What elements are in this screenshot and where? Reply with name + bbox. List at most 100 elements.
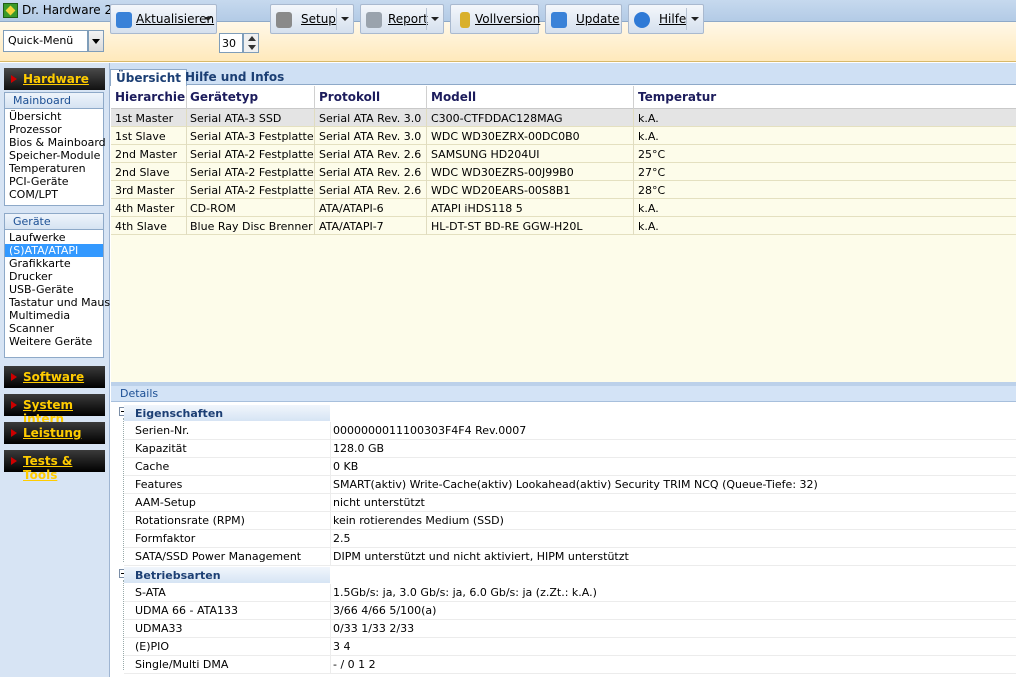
update-button[interactable]: Update xyxy=(545,4,622,34)
quick-menu-dropdown-icon[interactable] xyxy=(88,30,104,52)
table-row[interactable]: 4th Slave Blue Ray Disc Brenner ATA/ATAPI-… xyxy=(111,217,1016,235)
details-row[interactable]: Cache 0 KB xyxy=(124,458,1016,476)
report-button[interactable]: Report xyxy=(360,4,444,34)
details-row[interactable]: AAM-Setup nicht unterstützt xyxy=(124,494,1016,512)
column-hierarchie[interactable]: Hierarchie xyxy=(115,90,185,104)
table-cell: k.A. xyxy=(638,220,659,233)
table-cell: Serial ATA-3 Festplatte xyxy=(190,130,314,143)
sidebar-item-grafikkarte[interactable]: Grafikkarte xyxy=(5,257,103,270)
details-row[interactable]: SATA/SSD Power Management DIPM unterstütz… xyxy=(124,548,1016,566)
details-row[interactable]: UDMA33 0/33 1/33 2/33 xyxy=(124,620,1016,638)
table-cell: k.A. xyxy=(638,202,659,215)
refresh-interval-stepper[interactable] xyxy=(243,33,259,53)
details-key: Rotationsrate (RPM) xyxy=(135,514,245,527)
table-cell: ATAPI iHDS118 5 xyxy=(431,202,523,215)
table-row[interactable]: 2nd Master Serial ATA-2 Festplatte Serial … xyxy=(111,145,1016,163)
category-software[interactable]: Software xyxy=(4,366,105,388)
details-value: DIPM unterstützt und nicht aktiviert, HI… xyxy=(333,550,629,563)
sidebar-item-prozessor[interactable]: Prozessor xyxy=(5,123,103,136)
chevron-down-icon[interactable] xyxy=(341,17,349,21)
sidebar-item-pci-geraete[interactable]: PCI-Geräte xyxy=(5,175,103,188)
refresh-interval-input[interactable]: 30 xyxy=(219,33,243,53)
arrow-right-icon xyxy=(11,75,17,83)
sidebar-item-com-lpt[interactable]: COM/LPT xyxy=(5,188,103,201)
sidebar-item-scanner[interactable]: Scanner xyxy=(5,322,103,335)
details-row[interactable]: S-ATA 1.5Gb/s: ja, 3.0 Gb/s: ja, 6.0 Gb/s… xyxy=(124,584,1016,602)
details-key: Single/Multi DMA xyxy=(135,658,229,671)
help-button[interactable]: Hilfe xyxy=(628,4,704,34)
table-row[interactable]: 1st Master Serial ATA-3 SSD Serial ATA Rev… xyxy=(111,109,1016,127)
column-geraetetyp[interactable]: Gerätetyp xyxy=(190,90,258,104)
table-cell: Serial ATA Rev. 2.6 xyxy=(319,148,422,161)
details-section-header[interactable]: Eigenschaften xyxy=(124,404,330,421)
sidebar-item-sata-atapi[interactable]: (S)ATA/ATAPI xyxy=(5,244,103,257)
sidebar: Hardware Mainboard Übersicht Prozessor B… xyxy=(0,63,110,677)
table-row[interactable]: 4th Master CD-ROM ATA/ATAPI-6 ATAPI iHDS118… xyxy=(111,199,1016,217)
details-row[interactable]: Single/Multi DMA - / 0 1 2 xyxy=(124,656,1016,674)
sidebar-item-temperaturen[interactable]: Temperaturen xyxy=(5,162,103,175)
category-hardware[interactable]: Hardware xyxy=(4,68,105,90)
details-section-header[interactable]: Betriebsarten xyxy=(124,566,330,583)
details-key: (E)PIO xyxy=(135,640,170,653)
details-row[interactable]: Features SMART(aktiv) Write-Cache(aktiv) … xyxy=(124,476,1016,494)
table-cell: 4th Master xyxy=(115,202,175,215)
sidebar-item-multimedia[interactable]: Multimedia xyxy=(5,309,103,322)
sidebar-item-usb-geraete[interactable]: USB-Geräte xyxy=(5,283,103,296)
key-icon xyxy=(460,12,470,28)
details-row[interactable]: UDMA 66 - ATA133 3/66 4/66 5/100(a) xyxy=(124,602,1016,620)
device-table: Hierarchie Gerätetyp Protokoll Modell Te… xyxy=(111,86,1016,382)
fullversion-button[interactable]: Vollversion xyxy=(450,4,540,34)
table-cell: Serial ATA Rev. 3.0 xyxy=(319,112,422,125)
column-temperatur[interactable]: Temperatur xyxy=(638,90,716,104)
details-value: 1.5Gb/s: ja, 3.0 Gb/s: ja, 6.0 Gb/s: ja … xyxy=(333,586,597,599)
details-row[interactable]: Formfaktor 2.5 xyxy=(124,530,1016,548)
chevron-down-icon[interactable] xyxy=(204,17,212,21)
table-cell: 3rd Master xyxy=(115,184,175,197)
details-row[interactable]: (E)PIO 3 4 xyxy=(124,638,1016,656)
chevron-down-icon[interactable] xyxy=(691,17,699,21)
app-icon xyxy=(3,3,18,18)
sidebar-item-weitere-geraete[interactable]: Weitere Geräte xyxy=(5,335,103,348)
category-system-intern[interactable]: System intern xyxy=(4,394,105,426)
printer-icon xyxy=(366,12,382,28)
column-protokoll[interactable]: Protokoll xyxy=(319,90,380,104)
table-row[interactable]: 3rd Master Serial ATA-2 Festplatte Serial … xyxy=(111,181,1016,199)
setup-button[interactable]: Setup xyxy=(270,4,354,34)
table-cell: Serial ATA Rev. 3.0 xyxy=(319,130,422,143)
tab-hilfe-infos[interactable]: Hilfe und Infos xyxy=(180,69,289,86)
quick-menu-select[interactable]: Quick-Menü xyxy=(3,30,88,52)
tab-uebersicht[interactable]: Übersicht xyxy=(110,69,188,86)
details-key: Kapazität xyxy=(135,442,187,455)
details-value: nicht unterstützt xyxy=(333,496,425,509)
details-key: UDMA33 xyxy=(135,622,183,635)
column-modell[interactable]: Modell xyxy=(431,90,476,104)
mainboard-group-title[interactable]: Mainboard xyxy=(5,93,103,109)
category-tests-tools[interactable]: Tests & Tools xyxy=(4,450,105,482)
chevron-down-icon[interactable] xyxy=(431,17,439,21)
table-row[interactable]: 1st Slave Serial ATA-3 Festplatte Serial A… xyxy=(111,127,1016,145)
details-row[interactable]: Rotationsrate (RPM) kein rotierendes Medi… xyxy=(124,512,1016,530)
sidebar-item-uebersicht[interactable]: Übersicht xyxy=(5,110,103,123)
details-value: 0 KB xyxy=(333,460,359,473)
sidebar-item-speicher-module[interactable]: Speicher-Module xyxy=(5,149,103,162)
details-value: 0/33 1/33 2/33 xyxy=(333,622,415,635)
sidebar-item-drucker[interactable]: Drucker xyxy=(5,270,103,283)
devices-group-title[interactable]: Geräte xyxy=(5,214,103,230)
sidebar-item-tastatur-maus[interactable]: Tastatur und Maus xyxy=(5,296,110,309)
details-row[interactable]: Serien-Nr. 0000000011100303F4F4 Rev.0007 xyxy=(124,422,1016,440)
sidebar-item-laufwerke[interactable]: Laufwerke xyxy=(5,231,103,244)
sidebar-item-bios-mainboard[interactable]: Bios & Mainboard xyxy=(5,136,106,149)
details-value: 128.0 GB xyxy=(333,442,385,455)
table-cell: WDC WD30EZRS-00J99B0 xyxy=(431,166,574,179)
table-row[interactable]: 2nd Slave Serial ATA-2 Festplatte Serial A… xyxy=(111,163,1016,181)
category-leistung[interactable]: Leistung xyxy=(4,422,105,444)
tab-bar: Übersicht Hilfe und Infos xyxy=(110,63,1016,86)
arrow-right-icon xyxy=(11,429,17,437)
tools-icon xyxy=(276,12,292,28)
refresh-button[interactable]: Aktualisieren xyxy=(110,4,217,34)
table-cell: ATA/ATAPI-7 xyxy=(319,220,384,233)
details-row[interactable]: Kapazität 128.0 GB xyxy=(124,440,1016,458)
details-key: Serien-Nr. xyxy=(135,424,190,437)
info-icon xyxy=(634,12,650,28)
table-cell: 25°C xyxy=(638,148,666,161)
